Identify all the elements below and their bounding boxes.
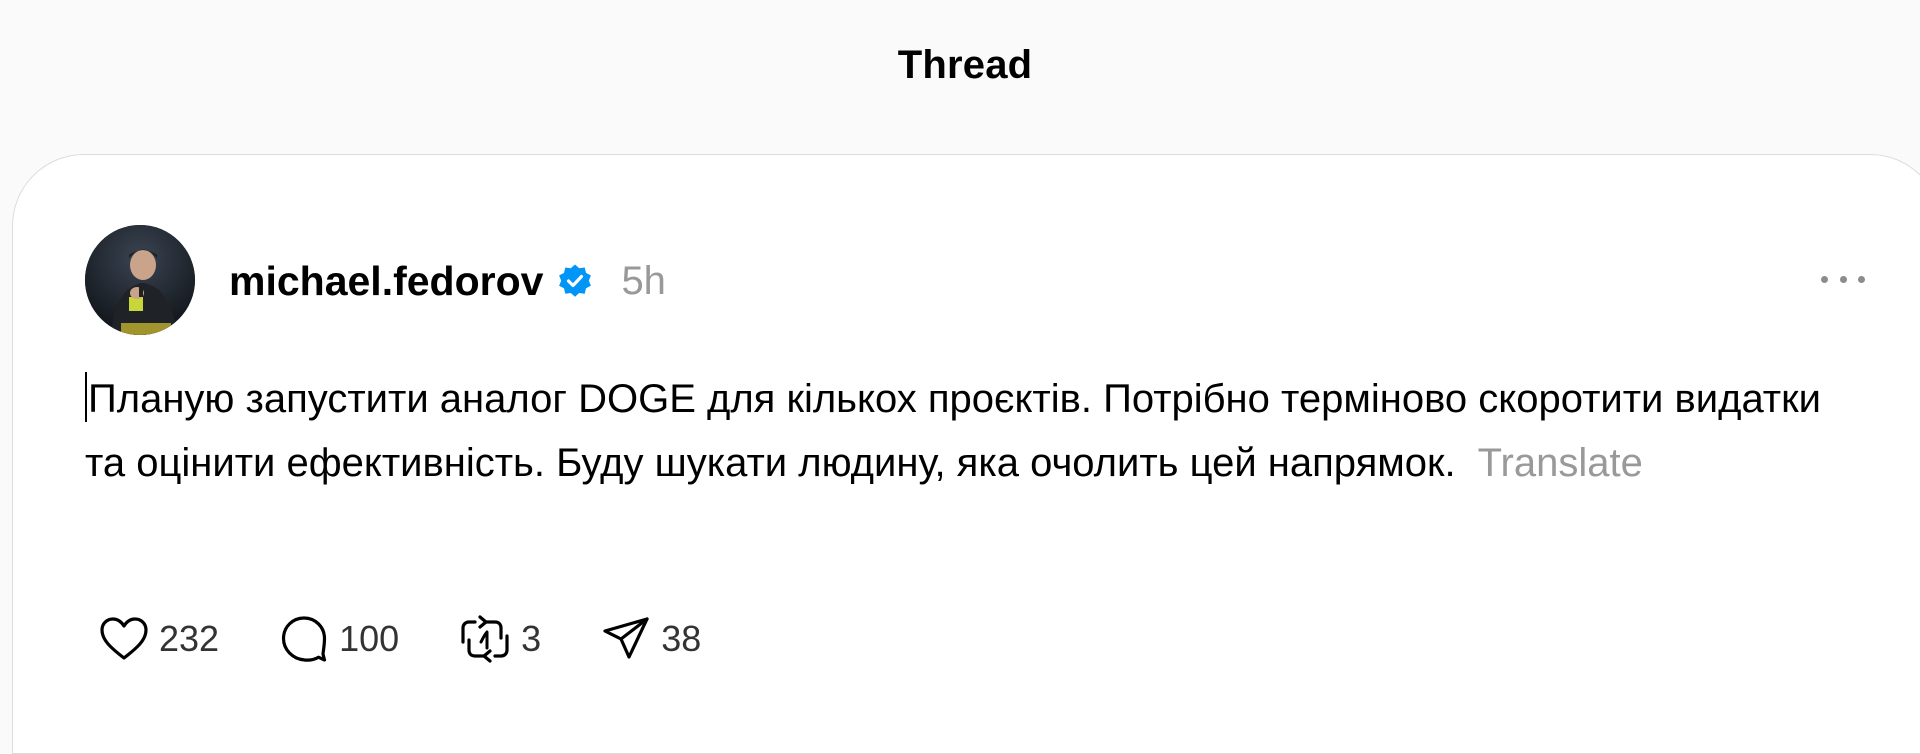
more-horizontal-icon <box>1821 275 1828 283</box>
share-button[interactable]: 38 <box>601 615 701 663</box>
text-caret <box>85 372 87 422</box>
more-dot <box>1858 275 1865 283</box>
send-icon <box>603 617 649 659</box>
share-count: 38 <box>661 618 702 659</box>
repost-button[interactable]: 3 <box>459 614 541 664</box>
post-body: Планую запустити аналог DOGE для кількох… <box>85 367 1845 495</box>
translate-link[interactable]: Translate <box>1478 441 1643 485</box>
comment-icon <box>281 616 327 662</box>
post-actions: 232 100 3 38 <box>99 611 761 667</box>
avatar[interactable] <box>85 225 195 335</box>
username-link[interactable]: michael.fedorov <box>229 258 543 305</box>
like-button[interactable]: 232 <box>99 616 219 662</box>
reply-button[interactable]: 100 <box>279 614 399 664</box>
more-options-button[interactable] <box>1821 261 1865 297</box>
author-row: michael.fedorov 5h <box>229 251 666 311</box>
repost-count: 3 <box>521 618 542 659</box>
like-count: 232 <box>159 618 220 659</box>
thread-card: michael.fedorov 5h Планую запустити анал… <box>12 154 1920 754</box>
top-bar: Thread <box>0 0 1920 130</box>
reply-count: 100 <box>339 618 400 659</box>
post-timestamp[interactable]: 5h <box>621 259 666 304</box>
more-dot <box>1839 275 1847 283</box>
repost-icon <box>461 615 509 663</box>
heart-icon <box>100 617 148 660</box>
page-title: Thread <box>897 42 1033 87</box>
verified-badge-icon <box>557 263 593 299</box>
profile-photo-icon <box>85 225 195 335</box>
